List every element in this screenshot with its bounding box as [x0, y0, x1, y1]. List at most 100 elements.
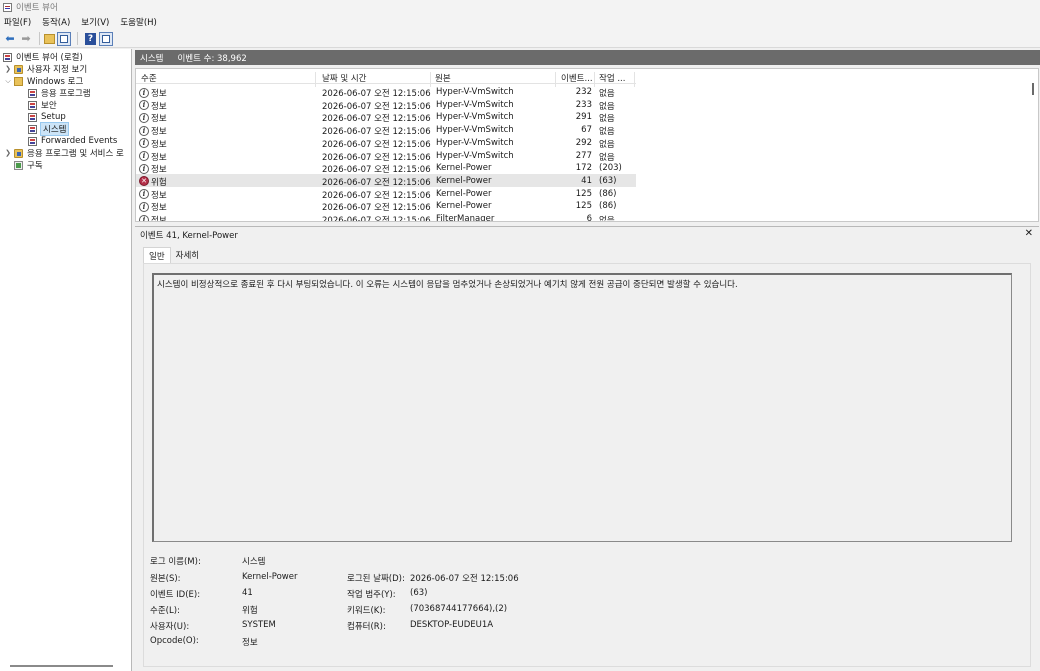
event-viewer-icon	[3, 52, 12, 62]
folder-icon	[14, 148, 23, 158]
tree-subscriptions[interactable]: 구독	[14, 159, 43, 171]
info-icon: i	[139, 112, 149, 123]
table-row[interactable]: ✕ 위험 2026-06-07 오전 12:15:06 Kernel-Power 41(…	[136, 173, 636, 188]
level-value: 위험	[242, 606, 258, 616]
tree-root[interactable]: 이벤트 뷰어 (로컬)	[3, 51, 83, 63]
cell-task: (63)	[599, 175, 617, 186]
chevron-right-icon[interactable]: ❯	[4, 149, 12, 157]
cell-source: Hyper-V-VmSwitch	[436, 137, 514, 148]
column-header-event-id[interactable]: 이벤트...	[561, 72, 593, 84]
table-row[interactable]: i 정보 2026-06-07 오전 12:15:06 Hyper-V-VmSwitc…	[136, 149, 636, 163]
toolbar-separator	[39, 32, 40, 45]
chevron-down-icon[interactable]: ⌵	[4, 77, 12, 86]
cell-id: 41	[581, 175, 592, 186]
menu-view[interactable]: 보기(V)	[81, 16, 109, 28]
event-id-label: 이벤트 ID(E):	[150, 590, 201, 600]
title-bar: 이벤트 뷰어	[0, 0, 1040, 14]
toolbar: ⬅ ➡ ?	[0, 30, 1040, 48]
event-pane-header: 시스템 이벤트 수: 38,962	[135, 50, 1040, 65]
tree-custom-views[interactable]: ❯ 사용자 지정 보기	[4, 63, 87, 75]
detail-header: 이벤트 41, Kernel-Power	[135, 227, 1039, 242]
detail-tabs: 일반 자세히	[143, 247, 204, 263]
help-icon[interactable]: ?	[85, 32, 96, 45]
folder-icon	[14, 64, 23, 74]
level-text: 정보	[151, 216, 167, 222]
tree-log-setup[interactable]: Setup	[28, 111, 66, 123]
back-icon[interactable]: ⬅	[3, 32, 17, 46]
table-row[interactable]: i 정보 2026-06-07 오전 12:15:06 Hyper-V-VmSwitc…	[136, 85, 636, 99]
menu-file[interactable]: 파일(F)	[4, 16, 31, 28]
log-name-label: 로그 이름(M):	[150, 557, 201, 567]
tree-log-application[interactable]: 응용 프로그램	[28, 87, 91, 99]
table-row[interactable]: i 정보 2026-06-07 오전 12:15:06 Hyper-V-VmSwitc…	[136, 110, 636, 124]
chevron-right-icon[interactable]: ❯	[4, 65, 12, 73]
log-icon	[28, 124, 37, 134]
event-list[interactable]: 수준 날짜 및 시간 원본 이벤트... 작업 ... i 정보 2026-06-0…	[135, 68, 1039, 222]
computer-value: DESKTOP-EUDEU1A	[410, 620, 494, 630]
table-row[interactable]: i 정보 2026-06-07 오전 12:15:06 Hyper-V-VmSwitc…	[136, 123, 636, 137]
tree-log-system[interactable]: 시스템	[28, 122, 70, 136]
info-icon: i	[139, 214, 149, 221]
table-row[interactable]: i 정보 2026-06-07 오전 12:15:06 Kernel-Power 125…	[136, 187, 636, 201]
cell-source: Kernel-Power	[436, 163, 492, 174]
tree-windows-logs[interactable]: ⌵ Windows 로그	[4, 75, 83, 87]
tab-details[interactable]: 자세히	[171, 247, 204, 263]
tree-log-security[interactable]: 보안	[28, 99, 57, 111]
up-folder-icon[interactable]	[44, 33, 55, 44]
forward-icon[interactable]: ➡	[19, 32, 33, 46]
info-icon: i	[139, 138, 149, 149]
column-header-datetime[interactable]: 날짜 및 시간	[322, 72, 367, 84]
cell-source: Hyper-V-VmSwitch	[436, 125, 514, 136]
event-list-scrollbar-thumb[interactable]	[1032, 83, 1034, 95]
show-hide-tree-icon[interactable]	[57, 31, 71, 46]
table-row[interactable]: i 정보 2026-06-07 오전 12:15:06 Kernel-Power 125…	[136, 199, 636, 213]
table-row[interactable]: i 정보 2026-06-07 오전 12:15:06 Hyper-V-VmSwitc…	[136, 136, 636, 150]
logged-value: 2026-06-07 오전 12:15:06	[410, 574, 519, 584]
cell-id: 125	[575, 201, 592, 212]
cell-task: (86)	[599, 188, 617, 199]
user-label: 사용자(U):	[150, 622, 190, 632]
show-hide-action-pane-icon[interactable]	[99, 31, 113, 46]
cell-id: 6	[586, 214, 592, 222]
tree-horizontal-scrollbar[interactable]	[10, 665, 113, 667]
log-icon	[28, 88, 37, 98]
subscription-icon	[14, 160, 23, 170]
cell-level: i 정보	[139, 214, 167, 222]
cell-source: Hyper-V-VmSwitch	[436, 99, 514, 110]
table-row[interactable]: i 정보 2026-06-07 오전 12:15:06 FilterManager 6 없…	[136, 212, 636, 222]
computer-label: 컴퓨터(R):	[347, 622, 386, 632]
event-count: 이벤트 수: 38,962	[177, 53, 247, 64]
info-icon: i	[139, 163, 149, 174]
tab-general[interactable]: 일반	[143, 247, 171, 263]
info-icon: i	[139, 125, 149, 136]
cell-source: Hyper-V-VmSwitch	[436, 112, 514, 123]
table-row[interactable]: i 정보 2026-06-07 오전 12:15:06 Hyper-V-VmSwitc…	[136, 98, 636, 112]
keywords-label: 키워드(K):	[347, 606, 386, 616]
tree-app-service-logs[interactable]: ❯ 응용 프로그램 및 서비스 로	[4, 147, 124, 159]
column-header-level[interactable]: 수준	[141, 72, 157, 84]
cell-task: 없음	[599, 216, 615, 222]
column-header-task[interactable]: 작업 ...	[599, 72, 625, 84]
cell-id: 67	[581, 125, 592, 136]
pane-log-name: 시스템	[140, 53, 164, 64]
window-title: 이벤트 뷰어	[16, 3, 58, 13]
cell-id: 291	[575, 112, 592, 123]
general-tab-body: 시스템이 비정상적으로 종료된 후 다시 부팅되었습니다. 이 오류는 시스템이…	[143, 263, 1031, 667]
menu-action[interactable]: 동작(A)	[42, 16, 70, 28]
tree-log-forwarded-events[interactable]: Forwarded Events	[28, 135, 117, 147]
table-row[interactable]: i 정보 2026-06-07 오전 12:15:06 Kernel-Power 172…	[136, 161, 636, 175]
log-icon	[28, 136, 37, 146]
close-icon[interactable]: ✕	[1025, 228, 1033, 239]
event-description[interactable]: 시스템이 비정상적으로 종료된 후 다시 부팅되었습니다. 이 오류는 시스템이…	[152, 273, 1012, 542]
event-id-value: 41	[242, 588, 253, 598]
cell-source: FilterManager	[436, 214, 495, 222]
detail-title: 이벤트 41, Kernel-Power	[140, 230, 238, 241]
info-icon: i	[139, 87, 149, 98]
source-label: 원본(S):	[150, 574, 181, 584]
menu-help[interactable]: 도움말(H)	[120, 16, 156, 28]
folder-icon	[14, 76, 23, 86]
cell-task: (203)	[599, 163, 622, 174]
column-header-source[interactable]: 원본	[435, 72, 451, 84]
logged-label: 로그된 날짜(D):	[347, 574, 405, 584]
log-icon	[28, 100, 37, 110]
